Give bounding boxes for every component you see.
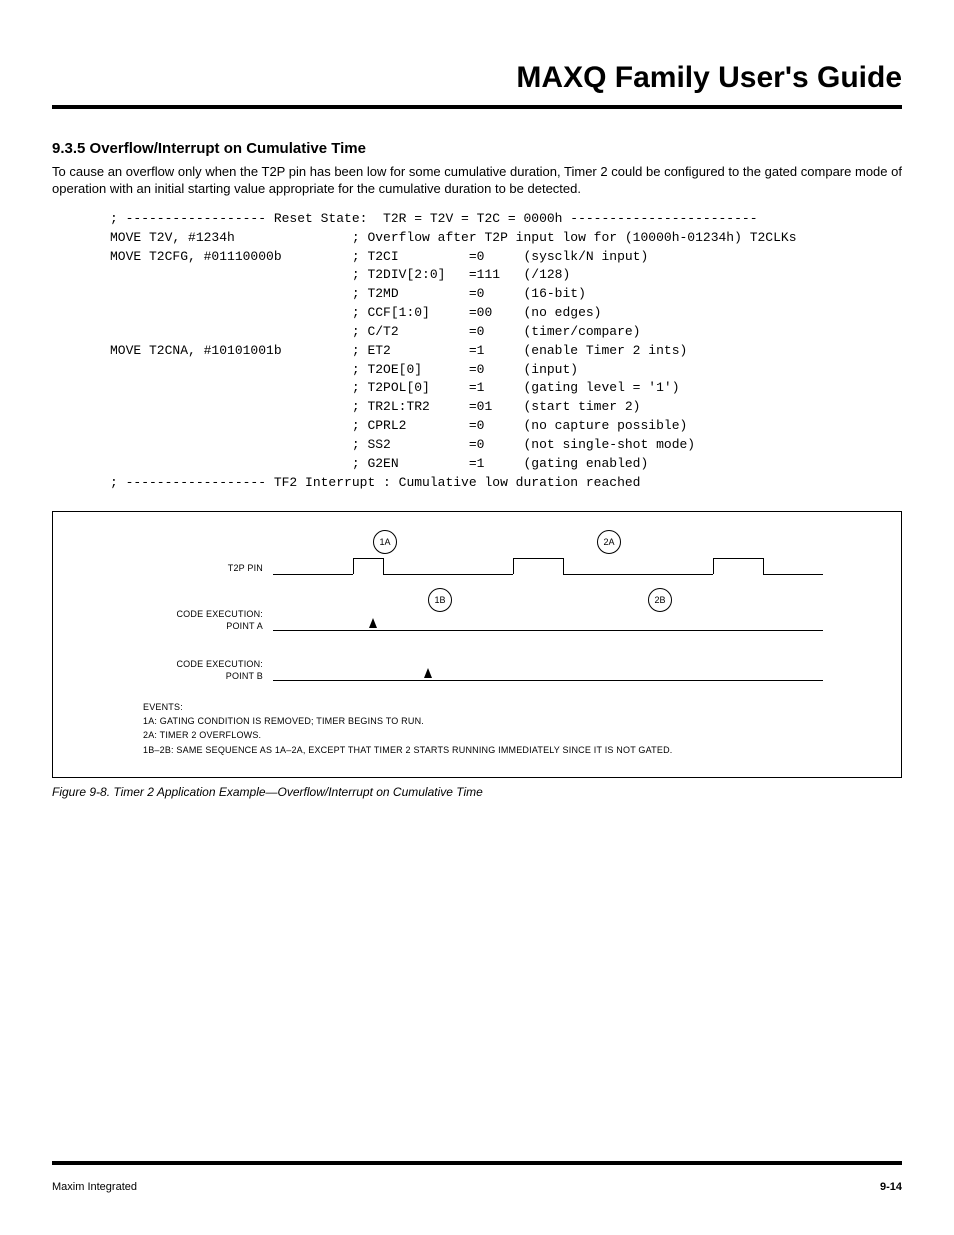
footer: Maxim Integrated 9-14 (52, 1180, 902, 1195)
t2p-high (713, 558, 763, 559)
t2p-line (563, 574, 713, 575)
t2p-edge (563, 558, 564, 574)
t2p-line (763, 574, 823, 575)
t2p-edge (383, 558, 384, 574)
event-1a: 1A: GATING CONDITION IS REMOVED; TIMER B… (143, 714, 811, 728)
events-block: EVENTS: 1A: GATING CONDITION IS REMOVED;… (143, 700, 811, 758)
arrow-point-a (369, 618, 377, 628)
marker-2b: 2B (648, 588, 672, 612)
label-point-a: CODE EXECUTION: POINT A (143, 608, 263, 632)
section-body: To cause an overflow only when the T2P p… (52, 163, 902, 198)
pointb-line (273, 680, 823, 681)
t2p-high (353, 558, 383, 559)
header-rule (52, 105, 902, 109)
t2p-high (513, 558, 563, 559)
footer-page: 9-14 (880, 1180, 902, 1195)
footer-left: Maxim Integrated (52, 1180, 137, 1195)
section-heading: 9.3.5 Overflow/Interrupt on Cumulative T… (52, 139, 902, 159)
label-point-b: CODE EXECUTION: POINT B (143, 658, 263, 682)
arrow-point-b (424, 668, 432, 678)
t2p-line (273, 574, 353, 575)
code-listing: ; ------------------ Reset State: T2R = … (52, 210, 902, 493)
t2p-line (383, 574, 513, 575)
timing-diagram: T2P PIN 1A 2A CODE EXECUTION: POINT A 1B… (143, 530, 811, 700)
events-title: EVENTS: (143, 700, 811, 714)
pointa-line (273, 630, 823, 631)
marker-1b: 1B (428, 588, 452, 612)
label-t2p-pin: T2P PIN (143, 562, 263, 574)
t2p-edge (513, 558, 514, 574)
t2p-edge (763, 558, 764, 574)
t2p-edge (713, 558, 714, 574)
page-title: MAXQ Family User's Guide (52, 58, 902, 99)
marker-1a: 1A (373, 530, 397, 554)
footer-rule (52, 1161, 902, 1165)
figure-caption: Figure 9-8. Timer 2 Application Example—… (52, 784, 902, 800)
event-1b2b: 1B–2B: SAME SEQUENCE AS 1A–2A, EXCEPT TH… (143, 743, 811, 757)
figure-box: T2P PIN 1A 2A CODE EXECUTION: POINT A 1B… (52, 511, 902, 779)
event-2a: 2A: TIMER 2 OVERFLOWS. (143, 728, 811, 742)
marker-2a: 2A (597, 530, 621, 554)
t2p-edge (353, 558, 354, 574)
